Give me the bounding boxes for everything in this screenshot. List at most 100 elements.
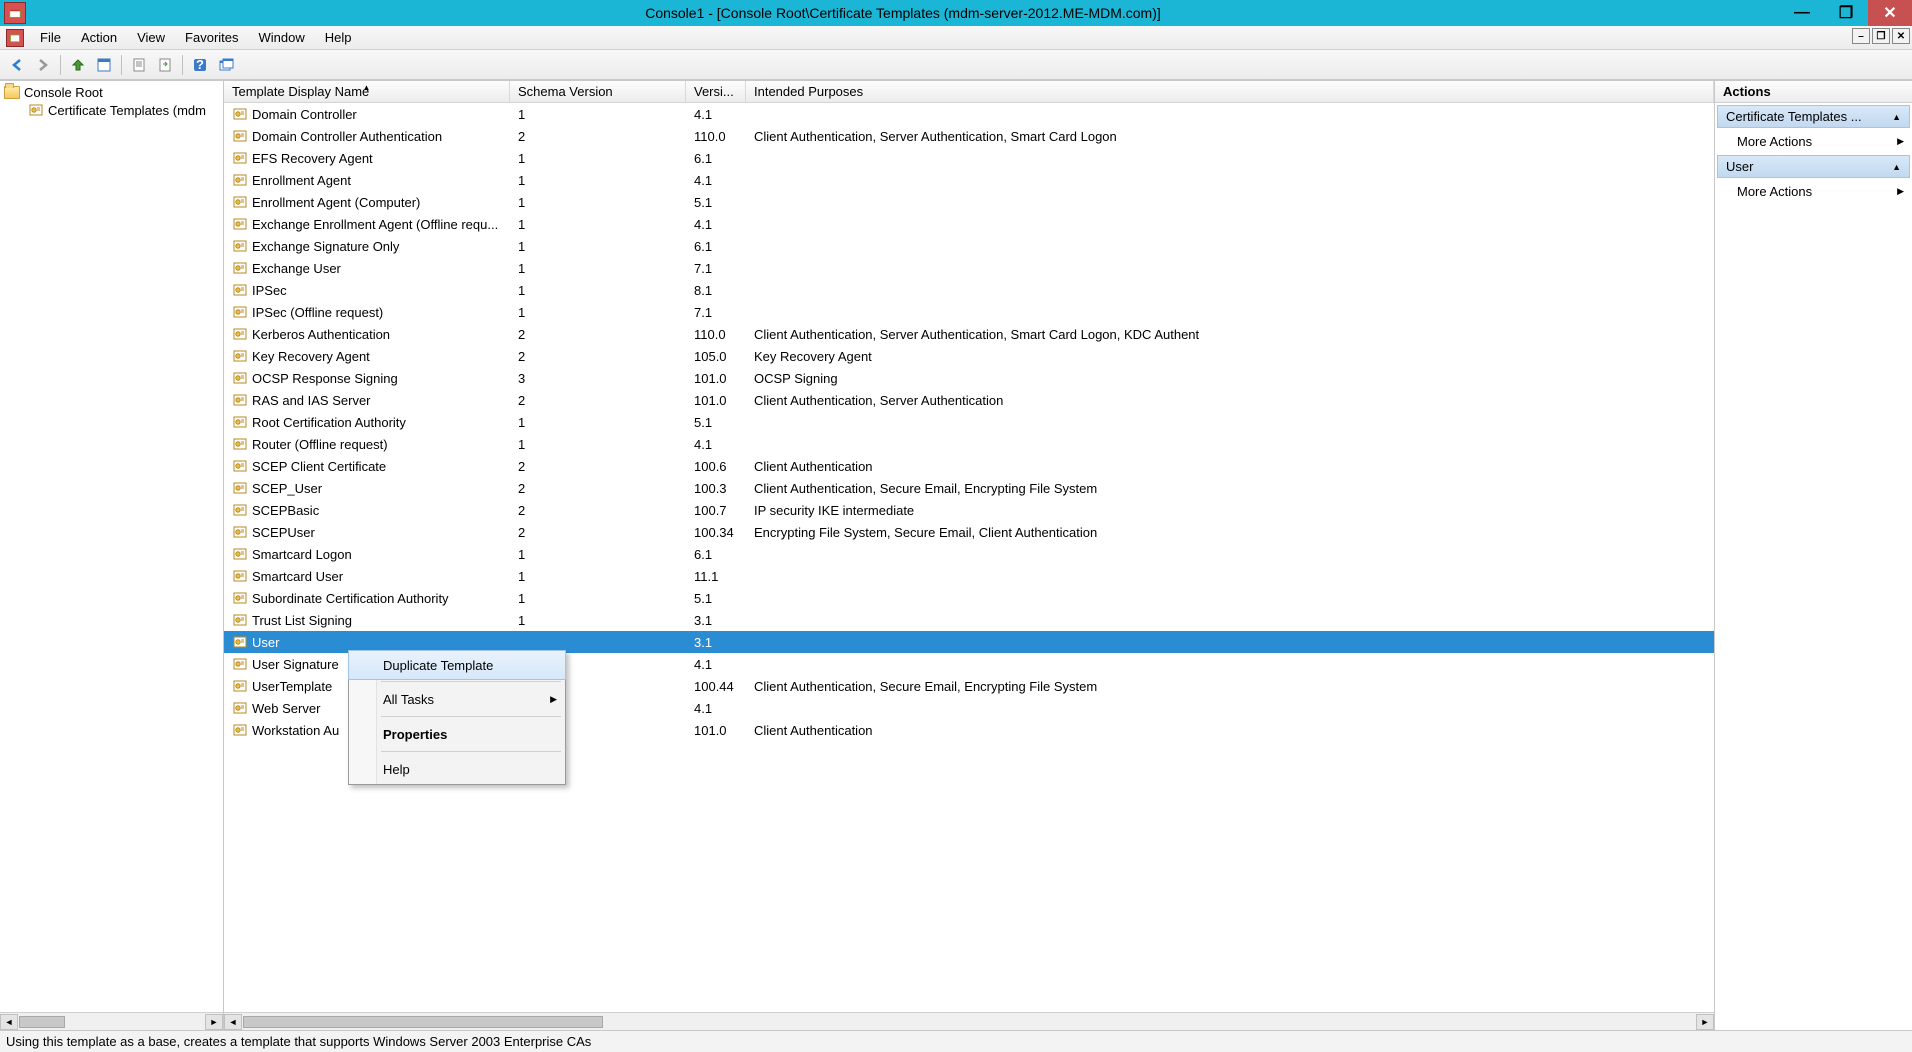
list-body[interactable]: Domain Controller14.1Domain Controller A… — [224, 103, 1714, 1012]
table-row[interactable]: RAS and IAS Server2101.0Client Authentic… — [224, 389, 1714, 411]
ctx-duplicate-template[interactable]: Duplicate Template — [348, 650, 566, 680]
table-row[interactable]: Router (Offline request)14.1 — [224, 433, 1714, 455]
row-name: Web Server — [252, 701, 320, 716]
row-schema: 1 — [510, 217, 686, 232]
row-schema: 1 — [510, 151, 686, 166]
row-schema: 1 — [510, 569, 686, 584]
minimize-button[interactable]: — — [1780, 0, 1824, 26]
ctx-help[interactable]: Help — [349, 754, 565, 784]
table-row[interactable]: IPSec18.1 — [224, 279, 1714, 301]
menu-help[interactable]: Help — [315, 26, 362, 49]
table-row[interactable]: Domain Controller14.1 — [224, 103, 1714, 125]
row-schema: 1 — [510, 195, 686, 210]
table-row[interactable]: Subordinate Certification Authority15.1 — [224, 587, 1714, 609]
row-version: 101.0 — [686, 371, 746, 386]
tree-root-label: Console Root — [24, 85, 103, 100]
menu-window[interactable]: Window — [249, 26, 315, 49]
help-button[interactable]: ? — [189, 54, 211, 76]
row-version: 6.1 — [686, 239, 746, 254]
table-row[interactable]: Trust List Signing13.1 — [224, 609, 1714, 631]
show-hide-tree-button[interactable] — [93, 54, 115, 76]
cert-template-icon — [232, 238, 248, 254]
row-schema: 1 — [510, 239, 686, 254]
collapse-icon: ▲ — [1892, 112, 1901, 122]
action-more-user[interactable]: More Actions▶ — [1715, 180, 1912, 203]
row-purposes: Client Authentication, Server Authentica… — [746, 393, 1714, 408]
menu-action[interactable]: Action — [71, 26, 127, 49]
row-purposes: Client Authentication, Secure Email, Enc… — [746, 481, 1714, 496]
table-row[interactable]: Smartcard Logon16.1 — [224, 543, 1714, 565]
tree-node-label: Certificate Templates (mdm — [48, 103, 206, 118]
col-display-name[interactable]: Template Display Name▲ — [224, 81, 510, 102]
forward-button[interactable] — [32, 54, 54, 76]
row-name: Kerberos Authentication — [252, 327, 390, 342]
table-row[interactable]: Exchange User17.1 — [224, 257, 1714, 279]
menu-file[interactable]: File — [30, 26, 71, 49]
table-row[interactable]: Root Certification Authority15.1 — [224, 411, 1714, 433]
cert-template-icon — [28, 102, 44, 118]
export-button[interactable] — [154, 54, 176, 76]
table-row[interactable]: OCSP Response Signing3101.0OCSP Signing — [224, 367, 1714, 389]
table-row[interactable]: SCEP Client Certificate2100.6Client Auth… — [224, 455, 1714, 477]
table-row[interactable]: SCEP_User2100.3Client Authentication, Se… — [224, 477, 1714, 499]
actions-group-user[interactable]: User▲ — [1717, 155, 1910, 178]
table-row[interactable]: Domain Controller Authentication2110.0Cl… — [224, 125, 1714, 147]
back-button[interactable] — [6, 54, 28, 76]
window-title: Console1 - [Console Root\Certificate Tem… — [26, 5, 1780, 21]
row-version: 4.1 — [686, 701, 746, 716]
row-schema: 1 — [510, 613, 686, 628]
col-schema-version[interactable]: Schema Version — [510, 81, 686, 102]
close-button[interactable]: ✕ — [1868, 0, 1912, 26]
cert-template-icon — [232, 700, 248, 716]
cert-template-icon — [232, 348, 248, 364]
new-window-button[interactable] — [215, 54, 237, 76]
row-version: 5.1 — [686, 591, 746, 606]
row-name: SCEP_User — [252, 481, 322, 496]
table-row[interactable]: Kerberos Authentication2110.0Client Auth… — [224, 323, 1714, 345]
ctx-properties[interactable]: Properties — [349, 719, 565, 749]
maximize-button[interactable]: ❐ — [1824, 0, 1868, 26]
row-purposes: IP security IKE intermediate — [746, 503, 1714, 518]
tree-root[interactable]: Console Root — [0, 83, 223, 101]
table-row[interactable]: Enrollment Agent14.1 — [224, 169, 1714, 191]
table-row[interactable]: Enrollment Agent (Computer)15.1 — [224, 191, 1714, 213]
cert-template-icon — [232, 260, 248, 276]
chevron-right-icon: ▶ — [1897, 136, 1904, 147]
table-row[interactable]: IPSec (Offline request)17.1 — [224, 301, 1714, 323]
sort-asc-icon: ▲ — [363, 83, 371, 92]
menu-favorites[interactable]: Favorites — [175, 26, 248, 49]
row-name: OCSP Response Signing — [252, 371, 398, 386]
actions-group-cert-templates[interactable]: Certificate Templates ...▲ — [1717, 105, 1910, 128]
row-name: Enrollment Agent (Computer) — [252, 195, 420, 210]
table-row[interactable]: EFS Recovery Agent16.1 — [224, 147, 1714, 169]
mdi-minimize-button[interactable]: – — [1852, 28, 1870, 44]
menu-view[interactable]: View — [127, 26, 175, 49]
tree-node-cert-templates[interactable]: Certificate Templates (mdm — [0, 101, 223, 119]
cert-template-icon — [232, 722, 248, 738]
col-version[interactable]: Versi... — [686, 81, 746, 102]
list-hscrollbar[interactable]: ◄ ► — [224, 1012, 1714, 1030]
action-more-cert-templates[interactable]: More Actions▶ — [1715, 130, 1912, 153]
properties-button[interactable] — [128, 54, 150, 76]
table-row[interactable]: SCEPBasic2100.7IP security IKE intermedi… — [224, 499, 1714, 521]
table-row[interactable]: Key Recovery Agent2105.0Key Recovery Age… — [224, 345, 1714, 367]
table-row[interactable]: SCEPUser2100.34Encrypting File System, S… — [224, 521, 1714, 543]
mdi-restore-button[interactable]: ❐ — [1872, 28, 1890, 44]
cert-template-icon — [232, 656, 248, 672]
cert-template-icon — [232, 480, 248, 496]
col-intended-purposes[interactable]: Intended Purposes — [746, 81, 1714, 102]
table-row[interactable]: Exchange Signature Only16.1 — [224, 235, 1714, 257]
ctx-all-tasks[interactable]: All Tasks▶ — [349, 684, 565, 714]
row-version: 100.7 — [686, 503, 746, 518]
table-row[interactable]: Smartcard User111.1 — [224, 565, 1714, 587]
cert-template-icon — [232, 106, 248, 122]
row-schema: 1 — [510, 173, 686, 188]
table-row[interactable]: Exchange Enrollment Agent (Offline requ.… — [224, 213, 1714, 235]
row-version: 110.0 — [686, 129, 746, 144]
tree-hscrollbar[interactable]: ◄ ► — [0, 1012, 223, 1030]
mdi-close-button[interactable]: ✕ — [1892, 28, 1910, 44]
up-button[interactable] — [67, 54, 89, 76]
row-version: 8.1 — [686, 283, 746, 298]
row-name: Workstation Au — [252, 723, 339, 738]
row-version: 4.1 — [686, 107, 746, 122]
